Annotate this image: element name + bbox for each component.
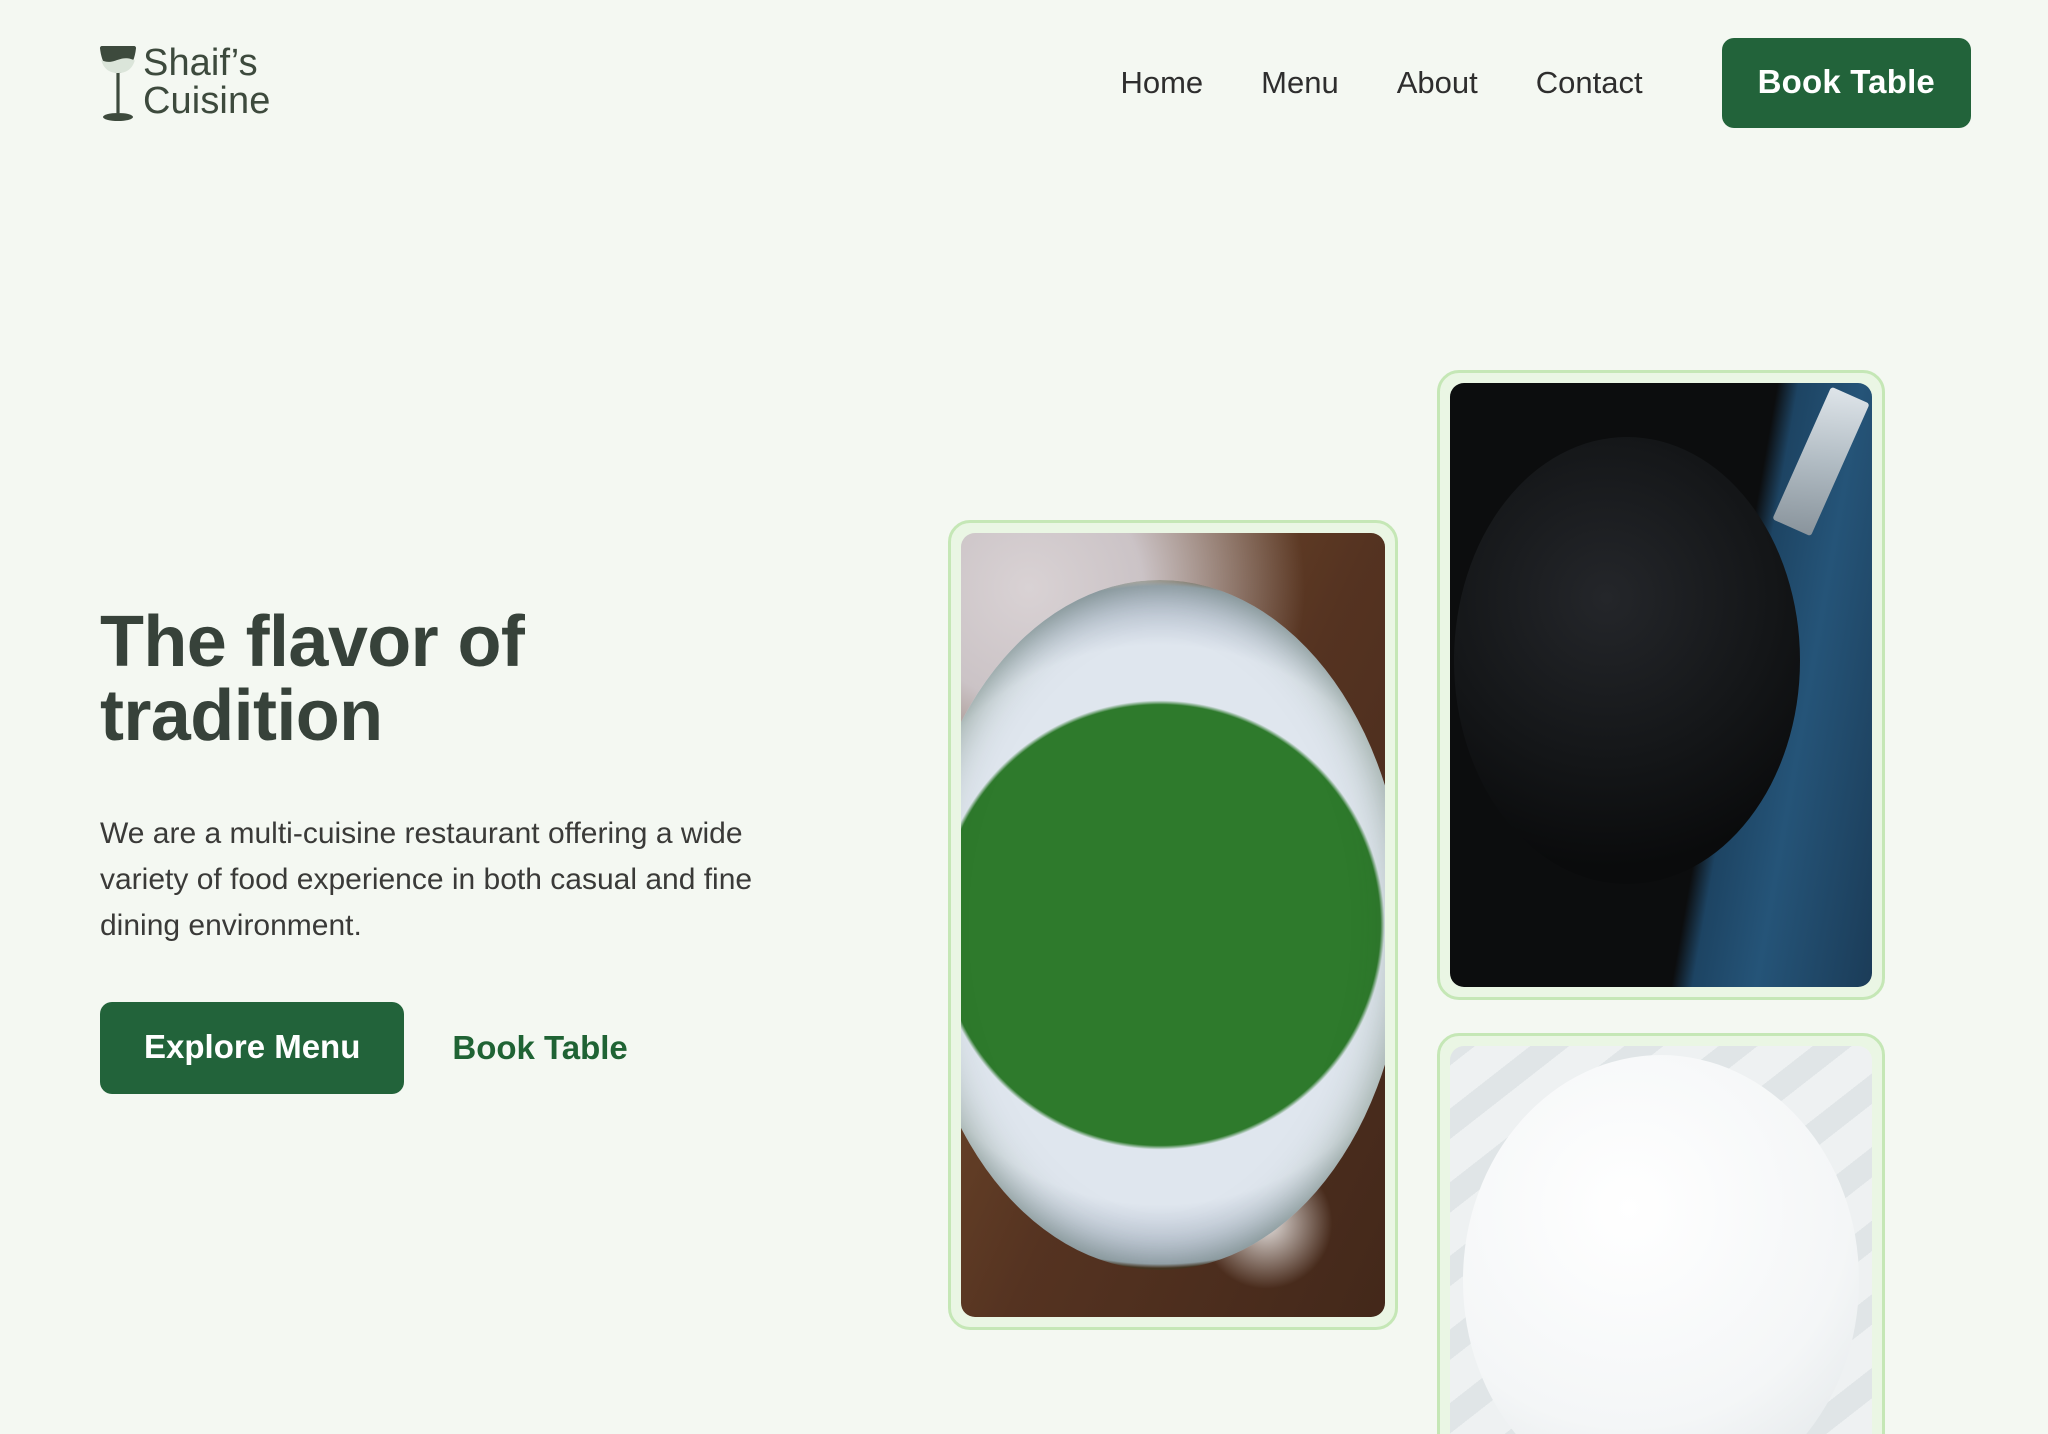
main-navigation: Home Menu About Contact Book Table (1091, 38, 1971, 128)
brand-line-2: Cuisine (143, 79, 271, 122)
hero-section: The flavor of tradition We are a multi-c… (0, 140, 2048, 1434)
nav-item-menu[interactable]: Menu (1232, 65, 1368, 101)
nav-item-about[interactable]: About (1368, 65, 1507, 101)
fork-icon (1772, 386, 1871, 537)
tomato-mozzarella-basil-salad-plate (1450, 1046, 1872, 1434)
gallery-frame-bottom-right[interactable] (1437, 1033, 1885, 1434)
spinach-pomegranate-avocado-salad-plate (961, 533, 1385, 1317)
nav-item-contact[interactable]: Contact (1507, 65, 1672, 101)
book-table-button[interactable]: Book Table (1721, 38, 1971, 128)
site-header: Shaif’s Cuisine Home Menu About Contact … (0, 0, 2048, 140)
brand-wordmark: Shaif’s Cuisine (143, 42, 271, 122)
brand-logo[interactable]: Shaif’s Cuisine (95, 40, 270, 125)
hero-gallery (0, 140, 2048, 1434)
wine-glass-icon (99, 45, 137, 121)
mixed-green-salad-in-black-bowl (1450, 383, 1872, 987)
nav-item-home[interactable]: Home (1091, 65, 1232, 101)
gallery-frame-main[interactable] (948, 520, 1398, 1330)
gallery-frame-top-right[interactable] (1437, 370, 1885, 1000)
brand-line-1: Shaif’s (143, 42, 258, 85)
